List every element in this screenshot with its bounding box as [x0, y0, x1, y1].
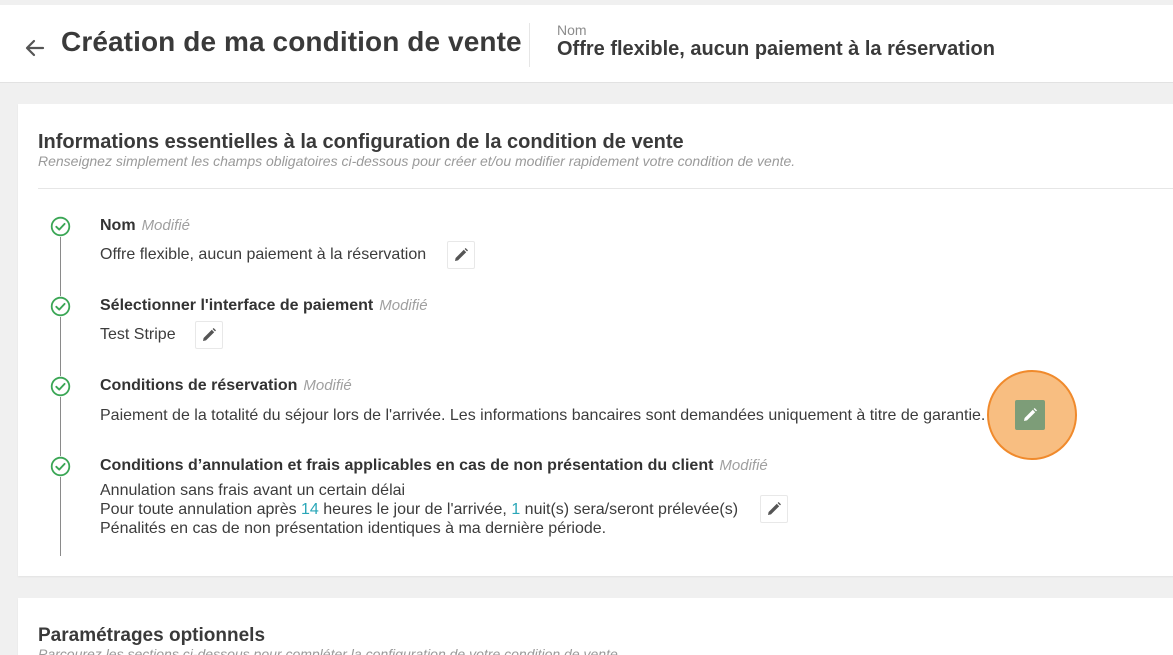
name-label: Nom: [557, 22, 587, 38]
essentials-subtitle: Renseignez simplement les champs obligat…: [38, 153, 796, 169]
edit-cancellation-button[interactable]: [760, 495, 788, 523]
header-divider: [529, 23, 530, 67]
pencil-icon: [203, 328, 216, 341]
cancellation-line-1: Annulation sans frais avant un certain d…: [100, 482, 406, 499]
arrow-left-icon[interactable]: [22, 35, 48, 61]
edit-booking-button[interactable]: [1015, 400, 1045, 430]
status-badge: Modifié: [379, 297, 428, 314]
cancellation-line-3: Pénalités en cas de non présentation ide…: [100, 520, 607, 537]
edit-payment-button[interactable]: [195, 321, 223, 349]
check-circle-icon: [50, 456, 71, 477]
check-circle-icon: [50, 296, 71, 317]
step-title-name: Nom Modifié: [100, 217, 190, 235]
optional-card: Paramétrages optionnels Parcourez les se…: [18, 598, 1173, 655]
optional-subtitle: Parcourez les sections ci-dessous pour c…: [38, 646, 622, 655]
page-title: Création de ma condition de vente: [61, 26, 522, 57]
check-circle-icon: [50, 216, 71, 237]
status-badge: Modifié: [719, 457, 768, 474]
step-title-label: Conditions de réservation: [100, 377, 298, 394]
pencil-icon: [768, 502, 781, 515]
name-value: Offre flexible, aucun paiement à la rése…: [557, 38, 995, 60]
step-value-booking: Paiement de la totalité du séjour lors d…: [100, 407, 986, 424]
cancellation-line-2: Pour toute annulation après 14 heures le…: [100, 500, 738, 519]
step-title-payment: Sélectionner l'interface de paiement Modi…: [100, 297, 428, 315]
cancellation-text: nuit(s) sera/seront prélevée(s): [520, 501, 739, 518]
hours-value: 14: [301, 501, 319, 518]
cancellation-text: Pour toute annulation après: [100, 501, 302, 518]
top-bar: Création de ma condition de vente Nom Of…: [0, 5, 1173, 83]
optional-title: Paramétrages optionnels: [38, 625, 266, 646]
edit-name-button[interactable]: [447, 241, 475, 269]
section-divider: [38, 188, 1173, 189]
pencil-icon: [455, 248, 468, 261]
step-title-label: Sélectionner l'interface de paiement: [100, 297, 374, 314]
essentials-card: Informations essentielles à la configura…: [18, 104, 1173, 576]
step-title-booking: Conditions de réservation Modifié: [100, 377, 352, 395]
step-value-name: Offre flexible, aucun paiement à la rése…: [100, 246, 427, 263]
cancellation-text: heures le jour de l'arrivée,: [318, 501, 512, 518]
pencil-icon: [1024, 408, 1037, 421]
step-title-label: Conditions d’annulation et frais applica…: [100, 457, 714, 474]
nights-value: 1: [511, 501, 521, 518]
check-circle-icon: [50, 376, 71, 397]
status-badge: Modifié: [303, 377, 352, 394]
step-title-label: Nom: [100, 217, 136, 234]
essentials-title: Informations essentielles à la configura…: [38, 131, 684, 153]
step-value-payment: Test Stripe: [100, 326, 176, 343]
step-title-cancellation: Conditions d’annulation et frais applica…: [100, 457, 768, 475]
status-badge: Modifié: [141, 217, 190, 234]
